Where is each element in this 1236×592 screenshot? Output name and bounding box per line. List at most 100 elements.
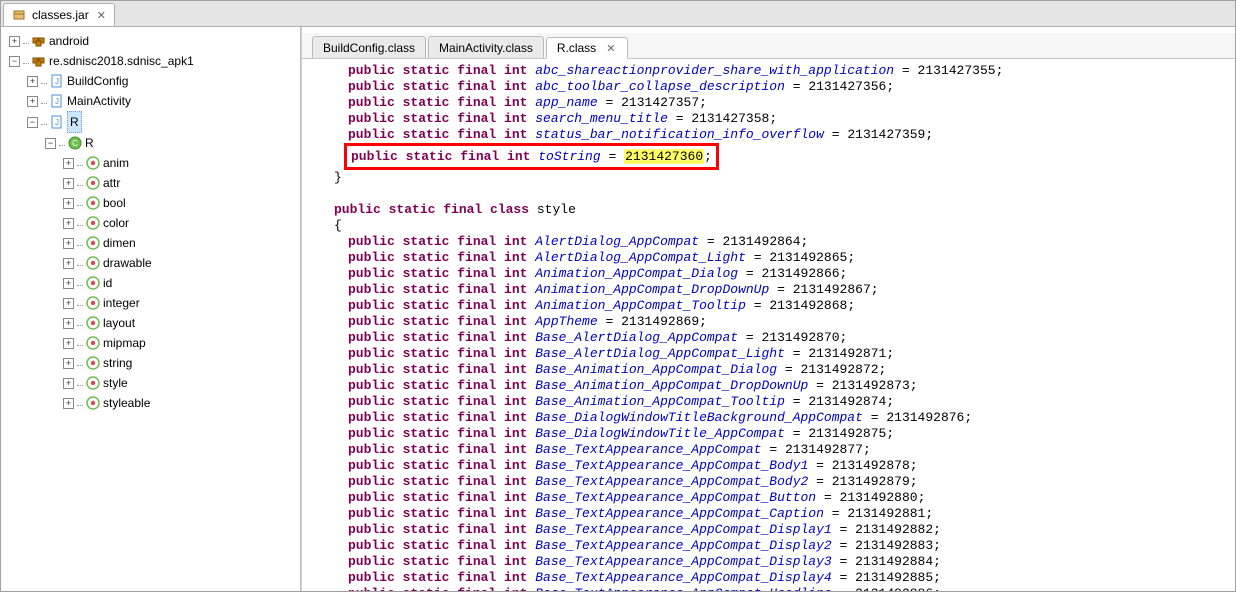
tree-expander[interactable]: + xyxy=(63,218,74,229)
code-line: public static final int Base_AlertDialog… xyxy=(314,330,1235,346)
code-class-decl: public static final class style xyxy=(314,202,1235,218)
editor-tab[interactable]: MainActivity.class xyxy=(428,36,544,58)
code-line: public static final int AppTheme = 21314… xyxy=(314,314,1235,330)
code-line: public static final int Base_DialogWindo… xyxy=(314,426,1235,442)
code-line: public static final int Base_TextAppeara… xyxy=(314,442,1235,458)
code-line: public static final int Base_TextAppeara… xyxy=(314,458,1235,474)
code-line: public static final int search_menu_titl… xyxy=(314,111,1235,127)
tree-expander[interactable]: − xyxy=(45,138,56,149)
code-line: public static final int AlertDialog_AppC… xyxy=(314,234,1235,250)
tree-expander[interactable]: + xyxy=(63,278,74,289)
tree-node-label[interactable]: styleable xyxy=(103,393,150,413)
inner-icon xyxy=(86,196,100,210)
tree-node-label[interactable]: R xyxy=(85,133,94,153)
tree-expander[interactable]: + xyxy=(63,158,74,169)
svg-text:J: J xyxy=(55,97,59,106)
code-line: public static final int Animation_AppCom… xyxy=(314,282,1235,298)
tree-expander[interactable]: − xyxy=(9,56,20,67)
tree-node-label[interactable]: BuildConfig xyxy=(67,71,128,91)
tree-expander[interactable]: + xyxy=(27,96,38,107)
code-line: public static final int Base_Animation_A… xyxy=(314,378,1235,394)
inner-icon xyxy=(86,276,100,290)
editor-area: BuildConfig.class MainActivity.class R.cla… xyxy=(301,27,1235,591)
tree-expander[interactable]: + xyxy=(63,198,74,209)
editor-tab-label: MainActivity.class xyxy=(439,41,533,55)
inner-icon xyxy=(86,176,100,190)
inner-icon xyxy=(86,396,100,410)
editor-tab-label: BuildConfig.class xyxy=(323,41,415,55)
inner-icon xyxy=(86,216,100,230)
inner-icon xyxy=(86,336,100,350)
tree-expander[interactable]: + xyxy=(63,398,74,409)
editor-tab-label: R.class xyxy=(557,41,596,55)
tree-expander[interactable]: + xyxy=(63,258,74,269)
close-icon[interactable]: ✕ xyxy=(604,42,617,55)
inner-icon xyxy=(86,156,100,170)
java-icon: J xyxy=(50,74,64,88)
jar-icon xyxy=(12,8,26,22)
code-blank xyxy=(314,186,1235,202)
svg-text:C: C xyxy=(72,139,78,148)
editor-tab[interactable]: BuildConfig.class xyxy=(312,36,426,58)
code-pane[interactable]: public static final int abc_shareactionp… xyxy=(302,59,1235,591)
tree-node-label[interactable]: layout xyxy=(103,313,135,333)
class-icon: C xyxy=(68,136,82,150)
code-line: public static final int Animation_AppCom… xyxy=(314,298,1235,314)
package-tree-sidebar: +android−re.sdnisc2018.sdnisc_apk1+JBuil… xyxy=(1,27,301,591)
inner-icon xyxy=(86,356,100,370)
top-tab-classes-jar[interactable]: classes.jar ✕ xyxy=(3,3,115,26)
tree-node-label[interactable]: attr xyxy=(103,173,120,193)
tree-node-label[interactable]: id xyxy=(103,273,112,293)
code-line: public static final int app_name = 21314… xyxy=(314,95,1235,111)
code-line: public static final int Base_TextAppeara… xyxy=(314,570,1235,586)
tree-node-label[interactable]: mipmap xyxy=(103,333,146,353)
tree-expander[interactable]: + xyxy=(63,338,74,349)
tree-node-label[interactable]: style xyxy=(103,373,128,393)
code-line: public static final int AlertDialog_AppC… xyxy=(314,250,1235,266)
inner-icon xyxy=(86,376,100,390)
java-icon: J xyxy=(50,115,64,129)
tree-expander[interactable]: + xyxy=(63,178,74,189)
code-brace-close: } xyxy=(314,170,1235,186)
tree-node-label[interactable]: color xyxy=(103,213,129,233)
code-line: public static final int Base_AlertDialog… xyxy=(314,346,1235,362)
code-line: public static final int Base_DialogWindo… xyxy=(314,410,1235,426)
tree-root: +android−re.sdnisc2018.sdnisc_apk1+JBuil… xyxy=(7,31,300,413)
code-line: public static final int Base_TextAppeara… xyxy=(314,490,1235,506)
tree-node-label[interactable]: MainActivity xyxy=(67,91,131,111)
tree-expander[interactable]: + xyxy=(63,358,74,369)
tree-node-label[interactable]: drawable xyxy=(103,253,152,273)
code-line: public static final int abc_shareactionp… xyxy=(314,63,1235,79)
tree-node-label[interactable]: re.sdnisc2018.sdnisc_apk1 xyxy=(49,51,194,71)
tree-node-label[interactable]: string xyxy=(103,353,132,373)
inner-icon xyxy=(86,256,100,270)
tree-expander[interactable]: + xyxy=(63,298,74,309)
close-icon[interactable]: ✕ xyxy=(95,9,108,22)
tree-node-label[interactable]: android xyxy=(49,31,89,51)
tree-expander[interactable]: + xyxy=(63,318,74,329)
tree-expander[interactable]: + xyxy=(63,378,74,389)
code-line: public static final int Base_TextAppeara… xyxy=(314,506,1235,522)
tree-expander[interactable]: + xyxy=(63,238,74,249)
code-line: public static final int Animation_AppCom… xyxy=(314,266,1235,282)
code-line: public static final int Base_TextAppeara… xyxy=(314,474,1235,490)
tree-node-label[interactable]: integer xyxy=(103,293,140,313)
tree-node-label[interactable]: R xyxy=(67,111,82,133)
code-line: public static final int Base_TextAppeara… xyxy=(314,554,1235,570)
content-row: +android−re.sdnisc2018.sdnisc_apk1+JBuil… xyxy=(1,27,1235,591)
tree-expander[interactable]: + xyxy=(27,76,38,87)
svg-text:J: J xyxy=(55,118,59,127)
tree-node-label[interactable]: dimen xyxy=(103,233,136,253)
editor-tab[interactable]: R.class ✕ xyxy=(546,37,629,59)
code-brace-open: { xyxy=(314,218,1235,234)
tree-node-label[interactable]: bool xyxy=(103,193,126,213)
code-content: public static final int abc_shareactionp… xyxy=(302,59,1235,591)
tree-node-label[interactable]: anim xyxy=(103,153,129,173)
code-line: public static final int Base_Animation_A… xyxy=(314,362,1235,378)
app-window: classes.jar ✕ + android − re.sdnisc2018.sdn… xyxy=(0,0,1236,592)
tree-expander[interactable]: + xyxy=(9,36,20,47)
code-line: public static final int Base_TextAppeara… xyxy=(314,538,1235,554)
inner-icon xyxy=(86,236,100,250)
code-line: public static final int abc_toolbar_coll… xyxy=(314,79,1235,95)
tree-expander[interactable]: − xyxy=(27,117,38,128)
